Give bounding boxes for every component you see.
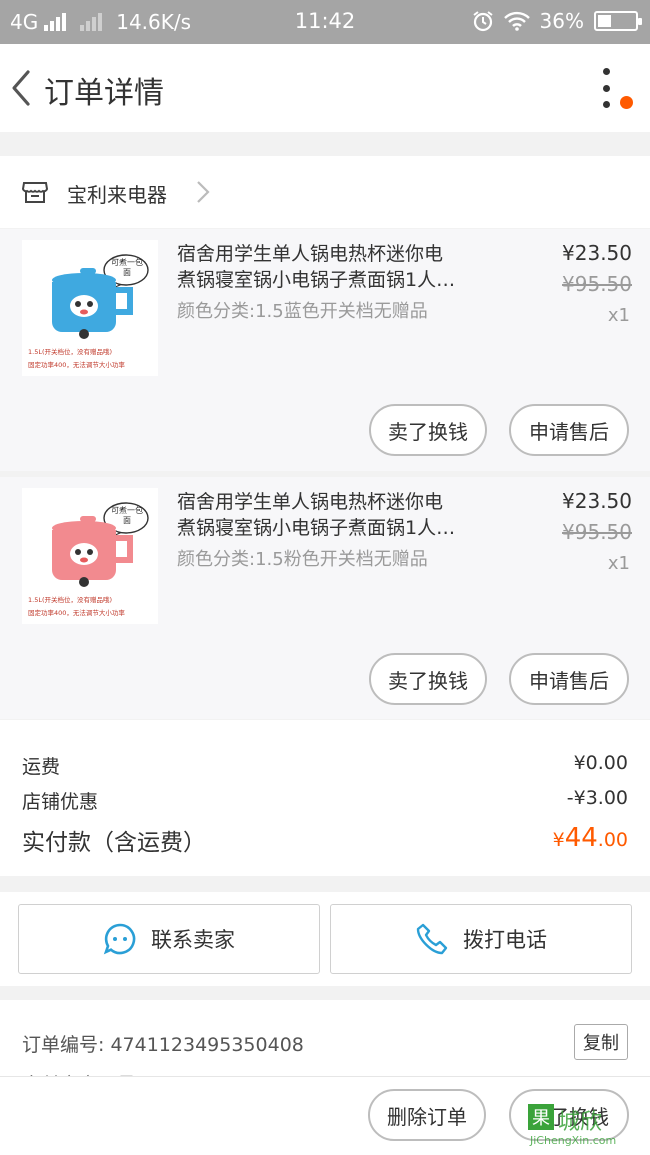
- product-thumbnail: 可煮一包面 1.5L(开关档位，没有赠品哦) 固定功率400，无法调节大小功率: [22, 488, 158, 624]
- watermark-text: 城欣: [558, 1110, 603, 1135]
- thumb-bubble-text: 可煮一包面: [111, 258, 143, 277]
- product-original-price: ¥95.50: [562, 520, 632, 544]
- product-thumbnail: 可煮一包面 1.5L(开关档位，没有赠品哦) 固定功率400，无法调节大小功率: [22, 240, 158, 376]
- contact-seller-button[interactable]: 联系卖家: [18, 904, 320, 974]
- thumb-caption-2: 固定功率400，无法调节大小功率: [28, 361, 125, 369]
- thumb-caption-1: 1.5L(开关档位，没有赠品哦): [28, 596, 113, 604]
- shop-icon: [22, 182, 48, 203]
- sell-button[interactable]: 卖了换钱: [369, 404, 487, 456]
- watermark-mark: 果: [528, 1104, 554, 1130]
- header-bar: 订单详情: [0, 44, 650, 132]
- discount-label: 店铺优惠: [22, 791, 99, 813]
- notification-dot: [620, 96, 633, 109]
- total-currency: ¥: [552, 829, 565, 851]
- contact-actions: 联系卖家 拨打电话: [0, 892, 650, 986]
- after-sale-button[interactable]: 申请售后: [509, 404, 629, 456]
- wifi-icon: [503, 11, 530, 31]
- call-phone-label: 拨打电话: [463, 928, 547, 952]
- thumb-caption-2: 固定功率400，无法调节大小功率: [28, 609, 125, 617]
- sell-button[interactable]: 卖了换钱: [369, 653, 487, 705]
- page-title: 订单详情: [44, 76, 164, 111]
- chevron-left-icon[interactable]: [6, 66, 36, 110]
- call-phone-button[interactable]: 拨打电话: [330, 904, 632, 974]
- chat-bubble-icon: [103, 923, 136, 955]
- battery-percent: 36%: [539, 9, 584, 33]
- total-row: 实付款（含运费） ¥44.00: [22, 823, 628, 857]
- order-summary: 运费 ¥0.00 店铺优惠 -¥3.00 实付款（含运费） ¥44.00: [0, 720, 650, 876]
- order-info: 订单编号: 4741123495350408 复制 支付宝交易号: 201701…: [0, 1000, 650, 1080]
- watermark-logo: 果 城欣 JiChengXin.com: [528, 1102, 646, 1152]
- product-sku: 颜色分类:1.5蓝色开关档无赠品: [177, 301, 428, 322]
- product-title-line-2: 煮锅寝室锅小电锅子煮面锅1人…: [177, 269, 456, 291]
- order-number-value: 4741123495350408: [110, 1034, 304, 1056]
- shipping-value: ¥0.00: [573, 752, 628, 774]
- after-sale-button[interactable]: 申请售后: [509, 653, 629, 705]
- total-amount: ¥44.00: [553, 823, 628, 857]
- order-number: 订单编号: 4741123495350408: [22, 1030, 304, 1057]
- more-vertical-icon[interactable]: [594, 68, 618, 108]
- status-bar: 4G 14.6K/s 11:42 36%: [0, 0, 650, 44]
- delete-order-button[interactable]: 删除订单: [368, 1089, 486, 1141]
- total-integer: 44: [564, 823, 598, 853]
- product-title: 宿舍用学生单人锅电热杯迷你电 煮锅寝室锅小电锅子煮面锅1人…: [177, 489, 507, 541]
- total-decimal: .00: [597, 829, 628, 851]
- discount-row: 店铺优惠 -¥3.00: [22, 787, 628, 814]
- battery-icon: [594, 11, 642, 31]
- contact-seller-label: 联系卖家: [151, 928, 235, 952]
- product-title: 宿舍用学生单人锅电热杯迷你电 煮锅寝室锅小电锅子煮面锅1人…: [177, 241, 507, 293]
- watermark-url: JiChengXin.com: [530, 1134, 617, 1147]
- status-right: 36%: [472, 9, 642, 33]
- product-quantity: x1: [607, 305, 630, 326]
- phone-icon: [416, 923, 448, 955]
- shipping-row: 运费 ¥0.00: [22, 752, 628, 779]
- product-sku: 颜色分类:1.5粉色开关档无赠品: [177, 549, 428, 570]
- product-title-line-1: 宿舍用学生单人锅电热杯迷你电: [177, 491, 444, 513]
- discount-value: -¥3.00: [566, 787, 628, 809]
- shop-row[interactable]: 宝利来电器: [0, 156, 650, 228]
- thumb-bubble-text: 可煮一包面: [111, 506, 143, 525]
- product-original-price: ¥95.50: [562, 272, 632, 296]
- order-item[interactable]: 可煮一包面 1.5L(开关档位，没有赠品哦) 固定功率400，无法调节大小功率 …: [0, 477, 650, 719]
- product-price: ¥23.50: [562, 489, 632, 513]
- product-price: ¥23.50: [562, 241, 632, 265]
- order-item[interactable]: 可煮一包面 1.5L(开关档位，没有赠品哦) 固定功率400，无法调节大小功率 …: [0, 229, 650, 471]
- total-label: 实付款（含运费）: [22, 830, 206, 856]
- thumb-caption-1: 1.5L(开关档位，没有赠品哦): [28, 348, 113, 356]
- product-quantity: x1: [607, 553, 630, 574]
- product-title-line-2: 煮锅寝室锅小电锅子煮面锅1人…: [177, 517, 456, 539]
- alarm-icon: [472, 11, 493, 32]
- shipping-label: 运费: [22, 756, 61, 778]
- shop-name: 宝利来电器: [67, 183, 167, 207]
- copy-button[interactable]: 复制: [574, 1024, 628, 1060]
- chevron-right-icon: [197, 181, 210, 203]
- product-title-line-1: 宿舍用学生单人锅电热杯迷你电: [177, 243, 444, 265]
- order-number-label: 订单编号:: [22, 1034, 105, 1056]
